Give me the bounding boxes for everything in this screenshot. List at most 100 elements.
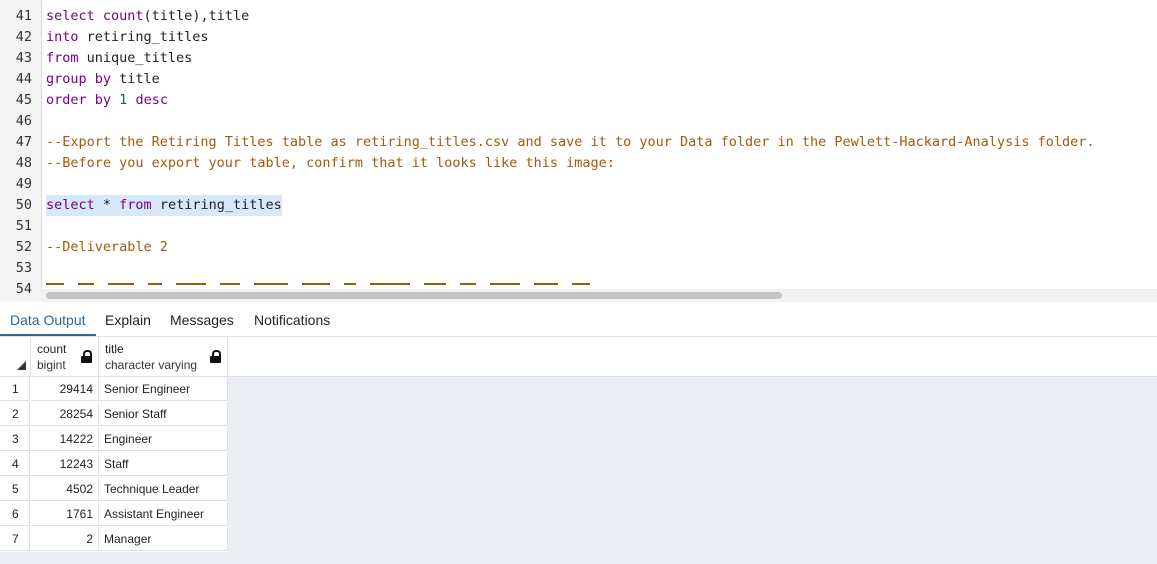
sql-comment: --Deliverable 2 [46, 239, 168, 255]
line-number: 42 [15, 29, 32, 45]
row-number-cell[interactable]: 5 [0, 477, 30, 501]
row-number-cell[interactable]: 4 [0, 452, 30, 476]
sql-comment: --Before you export your table, confirm … [46, 155, 615, 171]
code-text: order by 1 desc [46, 90, 168, 111]
row-number-cell[interactable]: 1 [0, 377, 30, 401]
count-cell[interactable]: 1761 [31, 502, 99, 526]
lock-icon [81, 350, 92, 363]
code-text: from unique_titles [46, 48, 192, 69]
line-number: 50 [15, 197, 32, 213]
code-text: into retiring_titles [46, 27, 209, 48]
tab-explain[interactable]: Explain [95, 303, 161, 336]
result-tabs: Data Output Explain Messages Notificatio… [0, 303, 1157, 337]
sql-text: retiring_titles [78, 29, 209, 45]
sql-keyword: from [46, 50, 79, 66]
code-text: group by title [46, 69, 160, 90]
sql-keyword: group by [46, 71, 112, 87]
select-all-triangle-icon [17, 361, 26, 370]
data-output-grid: count bigint title character varying 1 29… [0, 337, 1157, 564]
sql-text: unique_titles [78, 50, 193, 66]
table-row[interactable]: 4 12243 Staff [0, 452, 228, 477]
line-number: 47 [15, 134, 32, 150]
code-line[interactable]: 47 --Export the Retiring Titles table as … [0, 132, 1157, 153]
title-cell[interactable]: Assistant Engineer [99, 502, 228, 526]
tab-messages[interactable]: Messages [160, 303, 244, 336]
code-line[interactable]: 48 --Before you export your table, confir… [0, 153, 1157, 174]
table-row[interactable]: 5 4502 Technique Leader [0, 477, 228, 502]
code-line[interactable]: 41 select count(title),title [0, 6, 1157, 27]
count-cell[interactable]: 12243 [31, 452, 99, 476]
line-number: 52 [15, 239, 32, 255]
table-row[interactable]: 2 28254 Senior Staff [0, 402, 228, 427]
query-editor[interactable]: 41 select count(title),title 42 into retiri… [0, 0, 1157, 302]
sql-keyword: from [119, 197, 152, 213]
sql-text: * [94, 197, 120, 213]
code-line[interactable]: 45 order by 1 desc [0, 90, 1157, 111]
grid-header: count bigint title character varying [0, 337, 1157, 377]
code-text: --Export the Retiring Titles table as re… [46, 132, 1094, 153]
code-line[interactable]: 44 group by title [0, 69, 1157, 90]
code-line[interactable]: 53 [0, 258, 1157, 279]
tab-data-output[interactable]: Data Output [0, 303, 96, 336]
row-number-cell[interactable]: 7 [0, 527, 30, 551]
count-cell[interactable]: 28254 [31, 402, 99, 426]
code-text: select count(title),title [46, 6, 249, 27]
sql-text: title [111, 71, 160, 87]
title-cell[interactable]: Senior Staff [99, 402, 228, 426]
sql-keyword: into [46, 29, 79, 45]
code-line[interactable]: 51 [0, 216, 1157, 237]
line-number: 43 [15, 50, 32, 66]
code-line[interactable]: 42 into retiring_titles [0, 27, 1157, 48]
sql-keyword: order by [46, 92, 112, 108]
code-line[interactable]: 43 from unique_titles [0, 48, 1157, 69]
count-cell[interactable]: 4502 [31, 477, 99, 501]
line-number: 49 [15, 176, 32, 192]
column-header-title[interactable]: title character varying [99, 337, 228, 376]
count-cell[interactable]: 14222 [31, 427, 99, 451]
code-line[interactable]: 49 [0, 174, 1157, 195]
title-cell[interactable]: Manager [99, 527, 228, 551]
line-number: 44 [15, 71, 32, 87]
table-row[interactable]: 3 14222 Engineer [0, 427, 228, 452]
sql-keyword: select [46, 197, 95, 213]
count-cell[interactable]: 2 [31, 527, 99, 551]
column-type: character varying [105, 358, 198, 372]
select-all-corner[interactable] [0, 337, 31, 376]
column-name: count [37, 342, 67, 356]
sql-keyword: desc [135, 92, 168, 108]
code-line[interactable]: 50 select * from retiring_titles [0, 195, 1157, 216]
code-line[interactable]: 46 [0, 111, 1157, 132]
line-number: 53 [15, 260, 32, 276]
count-cell[interactable]: 29414 [31, 377, 99, 401]
column-name: title [105, 342, 124, 356]
selected-code-text: select * from retiring_titles [46, 195, 282, 216]
line-number: 45 [15, 92, 32, 108]
line-number: 54 [15, 281, 32, 297]
lock-icon [210, 350, 221, 363]
sql-text: (title),title [143, 8, 250, 24]
sql-keyword: select count [46, 8, 144, 24]
code-text: --Deliverable 2 [46, 237, 168, 258]
row-number-cell[interactable]: 2 [0, 402, 30, 426]
column-header-count[interactable]: count bigint [31, 337, 99, 376]
title-cell[interactable]: Technique Leader [99, 477, 228, 501]
code-line[interactable]: 52 --Deliverable 2 [0, 237, 1157, 258]
column-type: bigint [37, 358, 66, 372]
table-row[interactable]: 6 1761 Assistant Engineer [0, 502, 228, 527]
line-number: 41 [15, 8, 32, 24]
tab-notifications[interactable]: Notifications [244, 303, 340, 336]
line-number: 51 [15, 218, 32, 234]
row-number-cell[interactable]: 6 [0, 502, 30, 526]
title-cell[interactable]: Senior Engineer [99, 377, 228, 401]
line-number: 46 [15, 113, 32, 129]
row-number-cell[interactable]: 3 [0, 427, 30, 451]
title-cell[interactable]: Engineer [99, 427, 228, 451]
code-text: --Before you export your table, confirm … [46, 153, 615, 174]
table-row[interactable]: 1 29414 Senior Engineer [0, 377, 228, 402]
line-number: 48 [15, 155, 32, 171]
editor-horizontal-scrollbar-thumb[interactable] [46, 292, 782, 299]
sql-text: retiring_titles [151, 197, 282, 213]
table-row[interactable]: 7 2 Manager [0, 527, 228, 552]
title-cell[interactable]: Staff [99, 452, 228, 476]
